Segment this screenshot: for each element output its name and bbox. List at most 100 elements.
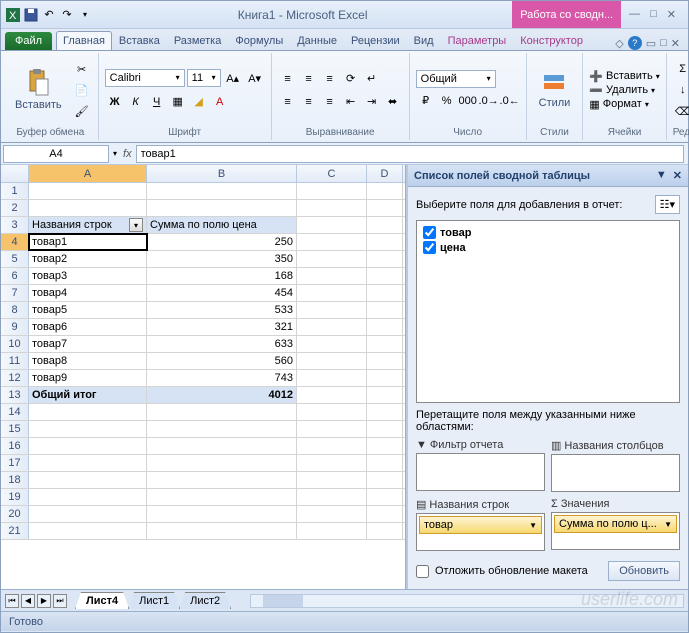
minimize-ribbon-icon[interactable]: ◇ <box>615 37 623 50</box>
values-chip[interactable]: Сумма по полю ц...▼ <box>554 515 677 533</box>
file-tab[interactable]: Файл <box>5 32 52 50</box>
values-drop-zone[interactable]: Сумма по полю ц...▼ <box>551 512 680 550</box>
fill-icon[interactable]: ↓ <box>673 80 689 100</box>
insert-cells-button[interactable]: Вставить <box>606 70 653 82</box>
select-all-corner[interactable] <box>1 165 29 182</box>
cell[interactable] <box>29 183 147 199</box>
format-icon[interactable]: ▦ <box>589 98 599 111</box>
font-size-combo[interactable]: 11▾ <box>187 69 221 87</box>
autosum-icon[interactable]: Σ <box>673 59 689 79</box>
tab-Параметры[interactable]: Параметры <box>441 31 514 50</box>
cell[interactable] <box>29 523 147 539</box>
row-header[interactable]: 10 <box>1 336 29 352</box>
columns-drop-zone[interactable] <box>551 454 680 492</box>
cell[interactable] <box>367 489 403 505</box>
cell[interactable] <box>367 336 403 352</box>
percent-icon[interactable]: % <box>437 91 457 111</box>
cell[interactable]: товар5 <box>29 302 147 318</box>
cell[interactable] <box>147 506 297 522</box>
horizontal-scrollbar[interactable] <box>250 594 684 608</box>
cell[interactable]: товар3 <box>29 268 147 284</box>
cell[interactable] <box>297 523 367 539</box>
cell[interactable] <box>29 200 147 216</box>
row-header[interactable]: 11 <box>1 353 29 369</box>
cell[interactable] <box>297 387 367 403</box>
cell[interactable] <box>367 438 403 454</box>
cell[interactable]: 560 <box>147 353 297 369</box>
field-list[interactable]: товарцена <box>416 220 680 403</box>
cell[interactable]: 321 <box>147 319 297 335</box>
cell[interactable]: 350 <box>147 251 297 267</box>
styles-button[interactable]: Стили <box>533 69 577 111</box>
copy-icon[interactable]: 📄 <box>72 80 92 100</box>
delete-cells-button[interactable]: Удалить <box>606 84 648 96</box>
pane-close-icon[interactable]: ✕ <box>673 169 682 182</box>
cell[interactable] <box>147 183 297 199</box>
sheet-nav-next[interactable]: ▶ <box>37 594 51 608</box>
align-middle-icon[interactable]: ≡ <box>299 69 319 89</box>
column-header-A[interactable]: A <box>29 165 147 182</box>
cell[interactable] <box>367 183 403 199</box>
field-checkbox[interactable] <box>423 226 436 239</box>
cell[interactable] <box>147 200 297 216</box>
cell[interactable] <box>29 438 147 454</box>
row-header[interactable]: 21 <box>1 523 29 539</box>
field-item[interactable]: цена <box>421 240 675 255</box>
cell[interactable] <box>367 268 403 284</box>
cell[interactable] <box>29 506 147 522</box>
cell[interactable]: товар4 <box>29 285 147 301</box>
cell[interactable]: 4012 <box>147 387 297 403</box>
delete-icon[interactable]: ➖ <box>589 84 603 97</box>
rows-chip[interactable]: товар▼ <box>419 516 542 534</box>
tab-Главная[interactable]: Главная <box>56 31 112 50</box>
row-header[interactable]: 2 <box>1 200 29 216</box>
cell[interactable] <box>367 353 403 369</box>
tab-Вид[interactable]: Вид <box>407 31 441 50</box>
cell[interactable]: 633 <box>147 336 297 352</box>
row-header[interactable]: 6 <box>1 268 29 284</box>
cell[interactable]: товар7 <box>29 336 147 352</box>
align-left-icon[interactable]: ≡ <box>278 92 298 112</box>
cell[interactable]: Общий итог <box>29 387 147 403</box>
cell[interactable] <box>297 353 367 369</box>
align-bottom-icon[interactable]: ≡ <box>320 69 340 89</box>
font-color-button[interactable]: A <box>210 92 230 112</box>
scrollbar-thumb[interactable] <box>263 595 303 607</box>
font-name-combo[interactable]: Calibri▾ <box>105 69 185 87</box>
dec-decimal-icon[interactable]: .0← <box>500 91 520 111</box>
cell[interactable]: 743 <box>147 370 297 386</box>
cell[interactable] <box>29 404 147 420</box>
row-header[interactable]: 13 <box>1 387 29 403</box>
cell[interactable] <box>367 370 403 386</box>
align-right-icon[interactable]: ≡ <box>320 92 340 112</box>
row-header[interactable]: 12 <box>1 370 29 386</box>
sheet-tab-active[interactable]: Лист4 <box>75 592 129 609</box>
sheet-tab[interactable]: Лист2 <box>179 592 231 609</box>
cell[interactable]: Названия строк▾ <box>29 217 147 233</box>
mdi-restore-icon[interactable]: □ <box>660 37 667 49</box>
paste-button[interactable]: Вставить <box>9 67 68 113</box>
help-icon[interactable]: ? <box>628 36 642 50</box>
row-header[interactable]: 15 <box>1 421 29 437</box>
formula-input[interactable] <box>136 145 684 163</box>
cell[interactable] <box>367 472 403 488</box>
cell[interactable] <box>297 217 367 233</box>
row-header[interactable]: 20 <box>1 506 29 522</box>
cell[interactable]: Сумма по полю цена <box>147 217 297 233</box>
cell[interactable] <box>367 421 403 437</box>
excel-icon[interactable]: X <box>5 7 21 23</box>
align-top-icon[interactable]: ≡ <box>278 69 298 89</box>
cell[interactable] <box>297 438 367 454</box>
defer-update-checkbox[interactable] <box>416 565 429 578</box>
row-header[interactable]: 5 <box>1 251 29 267</box>
cell[interactable]: товар8 <box>29 353 147 369</box>
cell[interactable] <box>147 472 297 488</box>
cell[interactable] <box>297 234 367 250</box>
cell[interactable] <box>147 438 297 454</box>
row-header[interactable]: 4 <box>1 234 29 250</box>
sheet-nav-prev[interactable]: ◀ <box>21 594 35 608</box>
orientation-icon[interactable]: ⟳ <box>341 69 361 89</box>
italic-button[interactable]: К <box>126 92 146 112</box>
align-center-icon[interactable]: ≡ <box>299 92 319 112</box>
rows-drop-zone[interactable]: товар▼ <box>416 513 545 551</box>
